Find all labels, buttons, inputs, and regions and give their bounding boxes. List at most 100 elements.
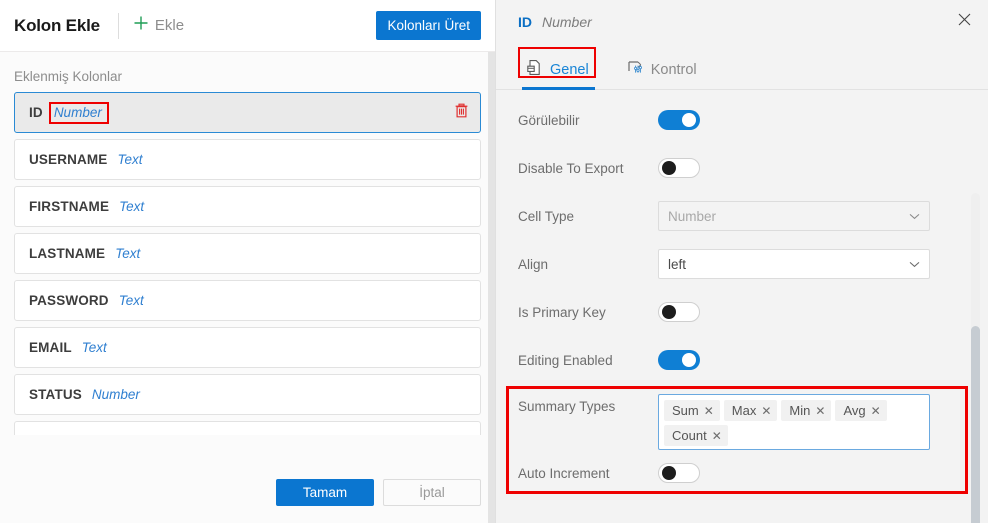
- toggle-knob: [682, 353, 696, 367]
- left-panel-scrollbar[interactable]: [488, 52, 495, 523]
- toggle-knob: [662, 466, 676, 480]
- field-align-label: Align: [518, 257, 658, 272]
- tab-kontrol-label: Kontrol: [651, 62, 697, 78]
- add-column-panel: Kolon Ekle Ekle Kolonları Üret Eklenmiş …: [0, 0, 495, 523]
- tag-chip[interactable]: Max ✕: [724, 400, 778, 421]
- list-item[interactable]: PASSWORD Text: [14, 280, 481, 321]
- tag-chip[interactable]: Min ✕: [781, 400, 831, 421]
- column-name: ID: [29, 105, 43, 120]
- column-name: USERNAME: [29, 152, 107, 167]
- field-cell-type: Cell Type Number: [496, 192, 988, 240]
- tag-label: Count: [672, 428, 707, 443]
- summary-annotation-group: Summary Types Sum ✕ Max ✕: [496, 384, 988, 496]
- tag-label: Sum: [672, 403, 699, 418]
- field-editing-enabled-control: [658, 350, 960, 370]
- toggle-knob: [682, 113, 696, 127]
- column-name: EMAIL: [29, 340, 72, 355]
- column-name: LASTNAME: [29, 246, 105, 261]
- list-item[interactable]: [14, 421, 481, 435]
- properties-scrollbar[interactable]: [971, 193, 980, 523]
- field-visible-label: Görülebilir: [518, 113, 658, 128]
- add-column-label: Ekle: [155, 17, 184, 34]
- close-small-icon[interactable]: ✕: [712, 429, 722, 443]
- column-properties-panel: ID Number Genel: [495, 0, 988, 523]
- list-item[interactable]: USERNAME Text: [14, 139, 481, 180]
- tag-chip[interactable]: Avg ✕: [835, 400, 886, 421]
- selected-column-type: Number: [542, 14, 592, 30]
- visible-toggle[interactable]: [658, 110, 700, 130]
- close-small-icon[interactable]: ✕: [815, 404, 825, 418]
- tab-genel[interactable]: Genel: [522, 51, 595, 89]
- column-type: Text: [115, 246, 140, 261]
- list-item[interactable]: STATUS Number: [14, 374, 481, 415]
- left-panel-body: Eklenmiş Kolonlar ID Number: [0, 52, 495, 523]
- properties-header: ID Number: [496, 0, 988, 44]
- field-align-control: left: [658, 249, 960, 279]
- annotation-box-column-type: Number: [49, 102, 109, 124]
- field-summary-types-label: Summary Types: [518, 394, 658, 414]
- cell-type-select[interactable]: Number: [658, 201, 930, 231]
- list-item[interactable]: ID Number: [14, 92, 481, 133]
- column-type: Number: [92, 387, 140, 402]
- field-is-primary-key-label: Is Primary Key: [518, 305, 658, 320]
- left-panel-header: Kolon Ekle Ekle Kolonları Üret: [0, 0, 495, 52]
- plus-icon: [133, 15, 149, 36]
- add-column-button[interactable]: Ekle: [133, 15, 184, 36]
- field-auto-increment: Auto Increment: [496, 450, 988, 496]
- column-name: STATUS: [29, 387, 82, 402]
- align-select[interactable]: left: [658, 249, 930, 279]
- close-panel-button[interactable]: [954, 12, 974, 32]
- auto-increment-toggle[interactable]: [658, 463, 700, 483]
- field-visible-control: [658, 110, 960, 130]
- close-small-icon[interactable]: ✕: [704, 404, 714, 418]
- tag-chip[interactable]: Sum ✕: [664, 400, 720, 421]
- column-type: Text: [82, 340, 107, 355]
- document-icon: [526, 59, 543, 81]
- toggle-knob: [662, 161, 676, 175]
- column-type: Text: [119, 199, 144, 214]
- ok-button[interactable]: Tamam: [276, 479, 374, 506]
- tag-label: Max: [732, 403, 757, 418]
- tab-genel-label: Genel: [550, 62, 589, 78]
- trash-icon: [454, 102, 469, 124]
- column-type: Text: [117, 152, 142, 167]
- field-disable-to-export: Disable To Export: [496, 144, 988, 192]
- page-title: Kolon Ekle: [14, 16, 100, 36]
- column-name: PASSWORD: [29, 293, 109, 308]
- list-item[interactable]: FIRSTNAME Text: [14, 186, 481, 227]
- generate-columns-button[interactable]: Kolonları Üret: [376, 11, 481, 40]
- close-icon: [958, 13, 971, 31]
- tab-kontrol[interactable]: Kontrol: [623, 51, 703, 89]
- field-is-primary-key-control: [658, 302, 960, 322]
- properties-scrollbar-thumb[interactable]: [971, 326, 980, 523]
- field-cell-type-label: Cell Type: [518, 209, 658, 224]
- field-summary-types-control: Sum ✕ Max ✕ Min ✕: [658, 394, 960, 450]
- field-editing-enabled-label: Editing Enabled: [518, 353, 658, 368]
- field-auto-increment-control: [658, 463, 960, 483]
- chevron-down-icon: [909, 207, 920, 225]
- is-primary-key-toggle[interactable]: [658, 302, 700, 322]
- cancel-button[interactable]: İptal: [383, 479, 481, 506]
- added-columns-list[interactable]: ID Number: [14, 92, 481, 435]
- summary-types-tag-input[interactable]: Sum ✕ Max ✕ Min ✕: [658, 394, 930, 450]
- selected-column-name: ID: [518, 14, 532, 30]
- field-visible: Görülebilir: [496, 96, 988, 144]
- field-align: Align left: [496, 240, 988, 288]
- list-item[interactable]: EMAIL Text: [14, 327, 481, 368]
- column-type: Text: [119, 293, 144, 308]
- delete-column-button[interactable]: [454, 102, 469, 124]
- added-columns-label: Eklenmiş Kolonlar: [0, 52, 495, 92]
- field-editing-enabled: Editing Enabled: [496, 336, 988, 384]
- tag-label: Min: [789, 403, 810, 418]
- tag-chip[interactable]: Count ✕: [664, 425, 728, 446]
- properties-body: Görülebilir Disable To Export Cell Type …: [496, 90, 988, 523]
- close-small-icon[interactable]: ✕: [761, 404, 771, 418]
- editing-enabled-toggle[interactable]: [658, 350, 700, 370]
- cell-type-value: Number: [668, 209, 716, 224]
- disable-to-export-toggle[interactable]: [658, 158, 700, 178]
- chevron-down-icon: [909, 255, 920, 273]
- properties-tabs: Genel Kontrol: [496, 44, 988, 90]
- close-small-icon[interactable]: ✕: [871, 404, 881, 418]
- app-root: Kolon Ekle Ekle Kolonları Üret Eklenmiş …: [0, 0, 988, 523]
- list-item[interactable]: LASTNAME Text: [14, 233, 481, 274]
